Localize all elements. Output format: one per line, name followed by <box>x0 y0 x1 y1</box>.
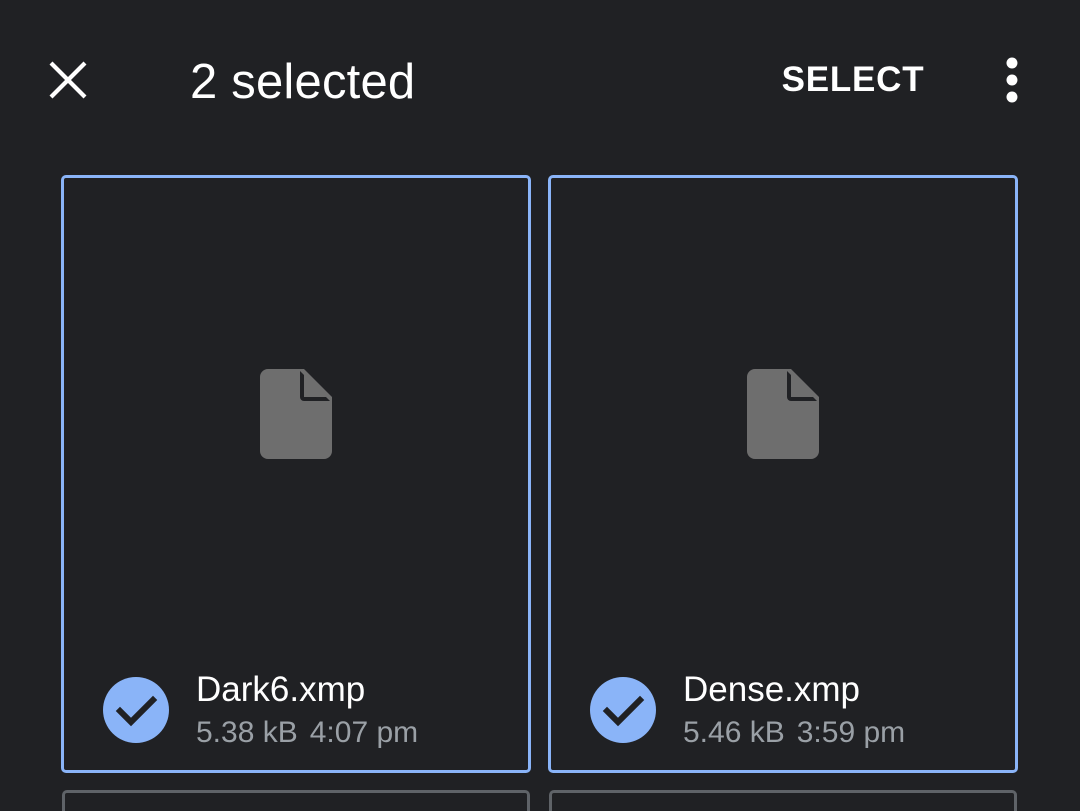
file-time: 3:59 pm <box>796 716 906 749</box>
file-meta: 5.38 kB 4:07 pm <box>196 716 418 750</box>
file-icon <box>747 369 819 459</box>
file-size: 5.38 kB <box>196 716 298 749</box>
file-thumbnail <box>64 178 528 658</box>
file-card[interactable]: Dense.xmp 5.46 kB 3:59 pm <box>548 175 1018 773</box>
file-icon <box>260 369 332 459</box>
file-meta: 5.46 kB 3:59 pm <box>683 716 905 750</box>
selected-check-icon[interactable] <box>102 676 170 744</box>
file-thumbnail <box>551 178 1015 658</box>
file-name: Dark6.xmp <box>196 670 366 709</box>
file-card-partial[interactable] <box>549 790 1017 811</box>
file-time: 4:07 pm <box>309 716 419 749</box>
file-name: Dense.xmp <box>683 670 861 709</box>
file-card[interactable]: Dark6.xmp 5.38 kB 4:07 pm <box>61 175 531 773</box>
file-size: 5.46 kB <box>683 716 785 749</box>
selected-check-icon[interactable] <box>589 676 657 744</box>
file-card-partial[interactable] <box>62 790 530 811</box>
files-selection-screen: 2 selected SELECT Dark6.xmp 5.38 kB 4:07… <box>0 0 1080 811</box>
file-grid: Dark6.xmp 5.38 kB 4:07 pm Dense.xmp 5.46 … <box>0 0 1080 811</box>
